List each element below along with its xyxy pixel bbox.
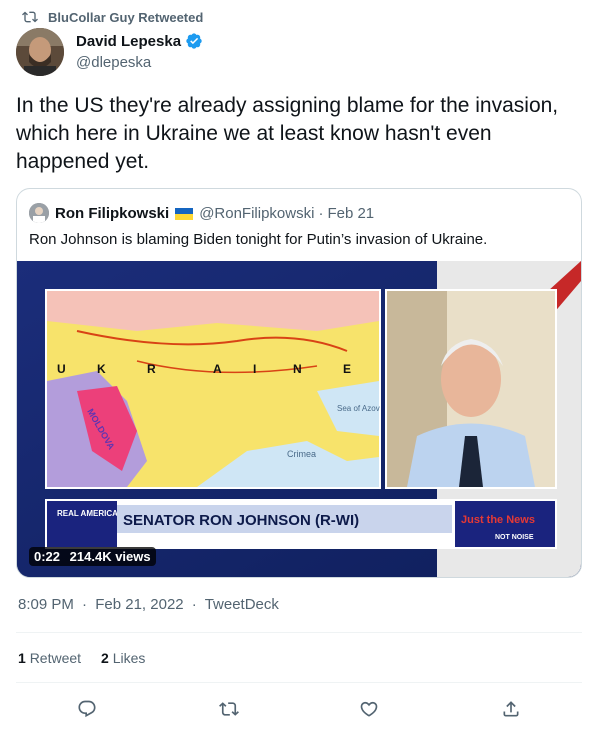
- tweet-timestamp[interactable]: 8:09 PM · Feb 21, 2022 · TweetDeck: [18, 596, 279, 613]
- share-icon: [503, 701, 519, 717]
- author-name[interactable]: David Lepeska: [76, 33, 181, 50]
- separator: ·: [191, 596, 197, 613]
- retweets-label: Retweet: [29, 650, 82, 666]
- map-label: Sea of Azov: [337, 404, 380, 413]
- engagement-stats: 1 Retweet 2 Likes: [18, 650, 145, 666]
- map-label: K: [97, 362, 106, 376]
- retweets-stat[interactable]: 1 Retweet: [18, 650, 81, 666]
- video-player[interactable]: U K R A I N E MOLDOVA Sea of Azov Crimea…: [17, 261, 581, 577]
- tweet-date[interactable]: Feb 21, 2022: [95, 596, 183, 613]
- retweet-icon: [22, 9, 38, 25]
- video-duration: 0:22: [34, 549, 61, 564]
- avatar[interactable]: [16, 28, 64, 76]
- retweet-header-label: BluCollar Guy Retweeted: [48, 9, 204, 25]
- video-frame: U K R A I N E MOLDOVA Sea of Azov Crimea…: [17, 261, 581, 577]
- tweet-text: In the US they're already assigning blam…: [16, 94, 559, 173]
- map-label: U: [57, 362, 66, 376]
- ukraine-flag-icon: [175, 207, 194, 220]
- quoted-tweet-text: Ron Johnson is blaming Biden tonight for…: [29, 231, 488, 248]
- map-label: E: [343, 362, 351, 376]
- quoted-author-name: Ron Filipkowski: [55, 204, 170, 222]
- map-label: I: [253, 362, 256, 376]
- divider: [16, 682, 582, 683]
- share-button[interactable]: [493, 693, 529, 725]
- quoted-author-handle: @RonFilipkowski: [199, 204, 315, 222]
- reply-icon: [78, 700, 96, 718]
- map-label: R: [147, 362, 156, 376]
- verified-badge-icon: [185, 32, 203, 50]
- likes-count: 2: [101, 650, 109, 666]
- likes-label: Likes: [112, 650, 146, 666]
- avatar-image: [16, 28, 64, 76]
- reply-button[interactable]: [69, 693, 105, 725]
- separator: ·: [82, 596, 88, 613]
- tweet-time[interactable]: 8:09 PM: [18, 596, 74, 613]
- separator: ·: [318, 204, 324, 222]
- divider: [16, 632, 582, 633]
- like-icon: [360, 701, 378, 717]
- likes-stat[interactable]: 2 Likes: [101, 650, 145, 666]
- quoted-tweet[interactable]: Ron Filipkowski @RonFilipkowski · Feb 21…: [16, 188, 582, 578]
- retweet-icon: [219, 702, 239, 716]
- tweet-source[interactable]: TweetDeck: [205, 596, 279, 613]
- like-button[interactable]: [351, 693, 387, 725]
- video-duration-views-badge: 0:22 214.4K views: [29, 547, 156, 566]
- retweet-header[interactable]: BluCollar Guy Retweeted: [18, 8, 203, 26]
- corner-logo: Just the News: [461, 514, 535, 526]
- retweets-count: 1: [18, 650, 26, 666]
- quoted-avatar: [29, 203, 49, 223]
- corner-tagline: NOT NOISE: [495, 534, 534, 541]
- map-label: Crimea: [287, 449, 316, 459]
- map-label: N: [293, 362, 302, 376]
- video-views: 214.4K views: [69, 549, 151, 564]
- quoted-tweet-date: Feb 21: [327, 204, 375, 222]
- retweet-button[interactable]: [211, 693, 247, 725]
- video-chyron: SENATOR RON JOHNSON (R-WI): [123, 512, 359, 529]
- action-bar: [0, 693, 598, 725]
- author-handle[interactable]: @dlepeska: [76, 54, 203, 71]
- author-block[interactable]: David Lepeska @dlepeska: [76, 32, 203, 71]
- map-label: A: [213, 362, 222, 376]
